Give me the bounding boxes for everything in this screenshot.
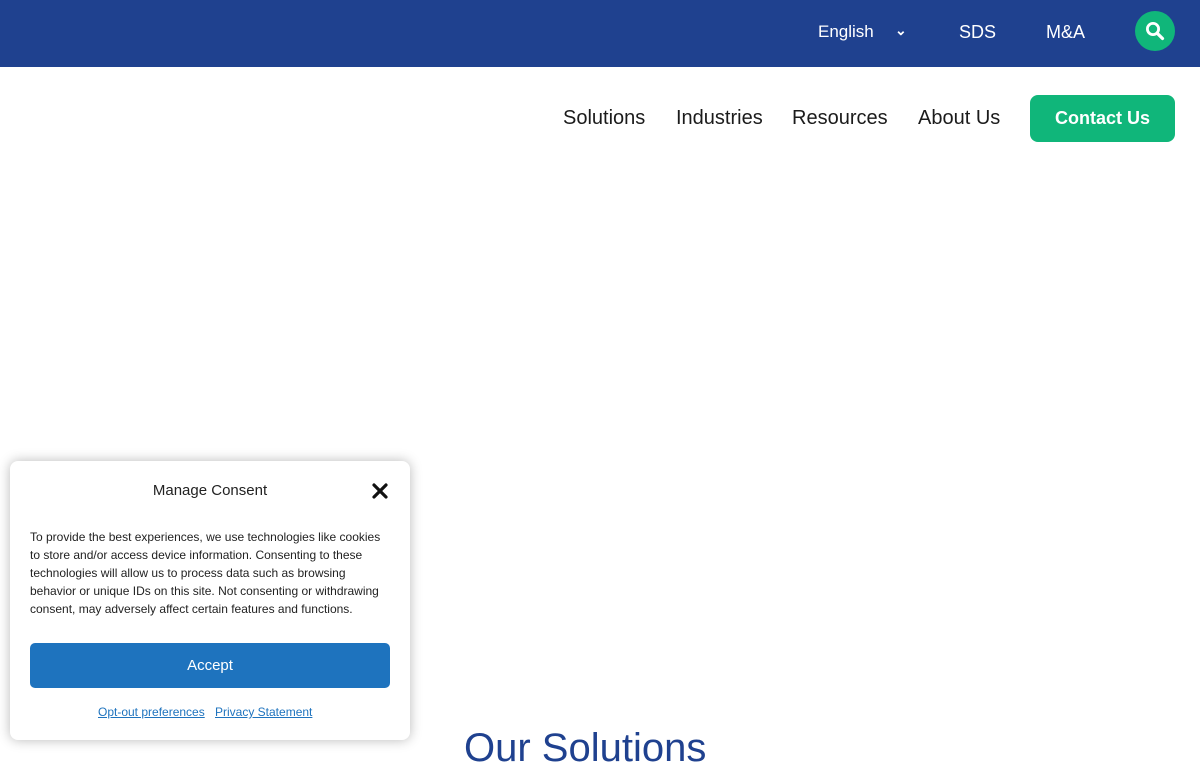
close-icon (372, 483, 388, 499)
chevron-down-icon: ⌄ (895, 22, 907, 38)
language-label: English (818, 22, 874, 41)
consent-title: Manage Consent (152, 482, 268, 499)
section-title: Our Solutions (464, 726, 707, 770)
accept-button[interactable]: Accept (30, 643, 390, 688)
consent-body-text: To provide the best experiences, we use … (30, 530, 381, 616)
nav-solutions[interactable]: Solutions (563, 107, 645, 130)
sds-link[interactable]: SDS (959, 22, 996, 43)
nav-resources[interactable]: Resources (792, 107, 888, 130)
search-icon (1146, 22, 1165, 41)
search-button[interactable] (1135, 11, 1175, 51)
consent-dialog: Manage Consent To provide the best exper… (10, 461, 410, 740)
language-selector[interactable]: English ⌄ (818, 22, 907, 42)
close-button[interactable] (370, 481, 390, 501)
top-utility-bar: English ⌄ SDS M&A (0, 0, 1200, 67)
ma-link[interactable]: M&A (1046, 22, 1085, 43)
opt-out-preferences-link[interactable]: Opt-out preferences (98, 705, 205, 719)
nav-about-us[interactable]: About Us (918, 107, 1000, 130)
privacy-statement-link[interactable]: Privacy Statement (215, 705, 312, 719)
contact-us-button[interactable]: Contact Us (1030, 95, 1175, 142)
nav-industries[interactable]: Industries (676, 107, 763, 130)
